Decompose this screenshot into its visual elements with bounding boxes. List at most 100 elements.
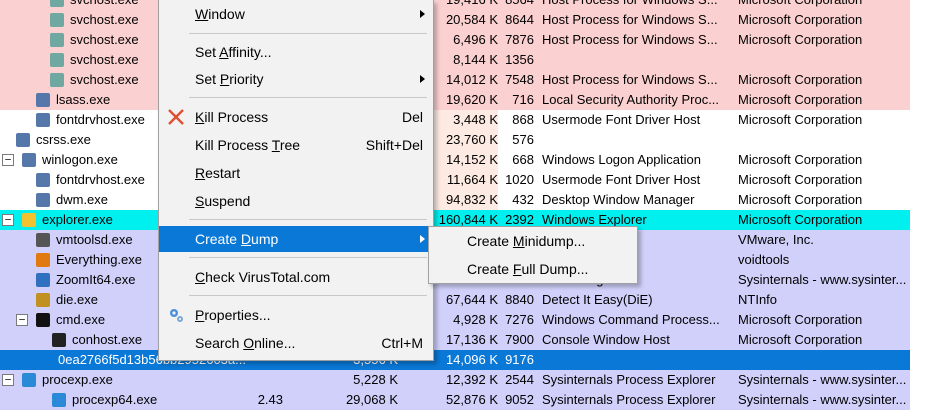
menu-item-label: Suspend xyxy=(195,193,251,209)
description-cell: Usermode Font Driver Host xyxy=(542,112,701,127)
company-cell: Microsoft Corporation xyxy=(738,152,863,167)
process-name: lsass.exe xyxy=(56,92,111,107)
company-cell: voidtools xyxy=(738,252,790,267)
process-row[interactable]: conhost.exe 17,136 K 7900 Console Window Ho… xyxy=(0,330,910,350)
process-name: svchost.exe xyxy=(70,12,139,27)
process-row[interactable]: − winlogon.exe 14,152 K 668 Windows Logon Ap… xyxy=(0,150,910,170)
create-dump-submenu: Create Minidump... Create Full Dump... xyxy=(428,226,638,284)
company-cell: Microsoft Corporation xyxy=(738,192,863,207)
process-row[interactable]: svchost.exe 20,584 K 8644 Host Process for … xyxy=(0,10,910,30)
description-cell: Desktop Window Manager xyxy=(542,192,695,207)
menu-item-set-affinity[interactable]: Set Affinity... xyxy=(159,39,433,65)
menu-item-create-minidump[interactable]: Create Minidump... xyxy=(429,228,637,254)
process-row[interactable]: fontdrvhost.exe 3,448 K 868 Usermode Font D… xyxy=(0,110,910,130)
pid-cell: 576 xyxy=(512,132,534,147)
menu-item-restart[interactable]: Restart xyxy=(159,160,433,186)
zoomit-icon xyxy=(36,273,50,287)
process-name: svchost.exe xyxy=(70,72,139,87)
svchost-icon xyxy=(50,13,64,27)
pid-cell: 716 xyxy=(512,92,534,107)
menu-item-set-priority[interactable]: Set Priority xyxy=(159,66,433,92)
process-row[interactable]: 0ea2766f5d13b56bb2952603a...3,556 K14,09… xyxy=(0,350,910,370)
pid-cell: 668 xyxy=(512,152,534,167)
pid-cell: 432 xyxy=(512,192,534,207)
process-row[interactable]: − cmd.exe 4,928 K 7276 Windows Command Proce… xyxy=(0,310,910,330)
svchost-icon xyxy=(50,53,64,67)
menu-item-label: Kill Process xyxy=(195,109,269,125)
menu-item-window[interactable]: Window xyxy=(159,1,433,27)
company-cell: Microsoft Corporation xyxy=(738,92,863,107)
description-cell: Usermode Font Driver Host xyxy=(542,172,701,187)
process-row[interactable]: − procexp.exe 5,228 K 12,392 K 2544 Sysintern… xyxy=(0,370,910,390)
process-name: vmtoolsd.exe xyxy=(56,232,133,247)
company-cell: Sysinternals - www.sysinter... xyxy=(738,372,907,387)
lsass-icon xyxy=(36,93,50,107)
pid-cell: 2544 xyxy=(505,372,534,387)
menu-item-search-online[interactable]: Search Online... Ctrl+M xyxy=(159,330,433,356)
company-cell: Microsoft Corporation xyxy=(738,72,863,87)
menu-item-label: Properties... xyxy=(195,307,271,323)
description-cell: Host Process for Windows S... xyxy=(542,12,718,27)
process-row[interactable]: lsass.exe 19,620 K 716 Local Security Autho… xyxy=(0,90,910,110)
winlogon-icon xyxy=(22,153,36,167)
process-row[interactable]: svchost.exe 8,144 K 1356 xyxy=(0,50,910,70)
company-cell: Sysinternals - www.sysinter... xyxy=(738,272,907,287)
process-row[interactable]: procexp64.exe 2.43 29,068 K 52,876 K 9052 Sys… xyxy=(0,390,910,410)
procexp-icon xyxy=(52,393,66,407)
process-name: svchost.exe xyxy=(70,32,139,47)
menu-item-kill-process[interactable]: Kill Process Del xyxy=(159,104,433,130)
process-name-cell: − procexp.exe xyxy=(0,370,247,390)
process-row[interactable]: dwm.exe 94,832 K 432 Desktop Window Manager… xyxy=(0,190,910,210)
description-cell: Sysinternals Process Explorer xyxy=(542,372,716,387)
everything-search-icon xyxy=(36,253,50,267)
explorer-folder-icon xyxy=(22,213,36,227)
process-name: ZoomIt64.exe xyxy=(56,272,136,287)
company-cell xyxy=(738,130,910,150)
description-cell: Sysinternals Process Explorer xyxy=(542,392,716,407)
process-name: fontdrvhost.exe xyxy=(56,172,145,187)
tree-collapse-icon[interactable]: − xyxy=(2,214,14,226)
company-cell xyxy=(738,350,910,370)
process-row[interactable]: svchost.exe 14,012 K 7548 Host Process for … xyxy=(0,70,910,90)
process-name: svchost.exe xyxy=(70,0,139,10)
process-row[interactable]: svchost.exe19,416 K8564Host Process for … xyxy=(0,0,910,10)
process-row[interactable]: svchost.exe 6,496 K 7876 Host Process for W… xyxy=(0,30,910,50)
process-name: procexp.exe xyxy=(42,372,113,387)
process-row[interactable]: csrss.exe 23,760 K 576 xyxy=(0,130,910,150)
description-cell: Windows Command Process... xyxy=(542,312,720,327)
description-cell: Console Window Host xyxy=(542,332,670,347)
description-cell: Local Security Authority Proc... xyxy=(542,92,720,107)
svchost-icon xyxy=(50,33,64,47)
process-row[interactable]: fontdrvhost.exe 11,664 K 1020 Usermode Font… xyxy=(0,170,910,190)
menu-item-label: Set Priority xyxy=(195,71,264,87)
menu-shortcut: Ctrl+M xyxy=(381,335,423,351)
company-cell xyxy=(738,50,910,70)
fontdrvhost-icon xyxy=(36,173,50,187)
company-cell: NTInfo xyxy=(738,292,778,307)
process-name: conhost.exe xyxy=(72,332,143,347)
description-cell xyxy=(542,350,732,370)
description-cell: Detect It Easy(DiE) xyxy=(542,292,653,307)
company-cell: VMware, Inc. xyxy=(738,232,814,247)
tree-collapse-icon[interactable]: − xyxy=(2,154,14,166)
menu-item-create-full-dump[interactable]: Create Full Dump... xyxy=(429,256,637,282)
menu-item-kill-process-tree[interactable]: Kill Process Tree Shift+Del xyxy=(159,132,433,158)
menu-item-suspend[interactable]: Suspend xyxy=(159,188,433,214)
tree-collapse-icon[interactable]: − xyxy=(2,374,14,386)
process-tree-table[interactable]: svchost.exe19,416 K8564Host Process for … xyxy=(0,0,928,420)
menu-item-create-dump[interactable]: Create Dump xyxy=(159,226,433,252)
pid-cell: 9052 xyxy=(505,392,534,407)
description-cell: Windows Logon Application xyxy=(542,152,701,167)
company-cell: Microsoft Corporation xyxy=(738,312,863,327)
menu-item-check-virustotal[interactable]: Check VirusTotal.com xyxy=(159,264,433,290)
submenu-arrow-icon xyxy=(420,10,425,18)
menu-item-label: Create Dump xyxy=(195,231,279,247)
menu-separator xyxy=(189,33,427,34)
process-row[interactable]: die.exe 67,644 K 8840 Detect It Easy(DiE) NT… xyxy=(0,290,910,310)
submenu-arrow-icon xyxy=(420,75,425,83)
company-cell: Microsoft Corporation xyxy=(738,112,863,127)
tree-collapse-icon[interactable]: − xyxy=(16,314,28,326)
private-bytes-cell: 5,228 K xyxy=(353,372,398,387)
menu-item-properties[interactable]: Properties... xyxy=(159,302,433,328)
cpu-cell xyxy=(247,370,283,390)
